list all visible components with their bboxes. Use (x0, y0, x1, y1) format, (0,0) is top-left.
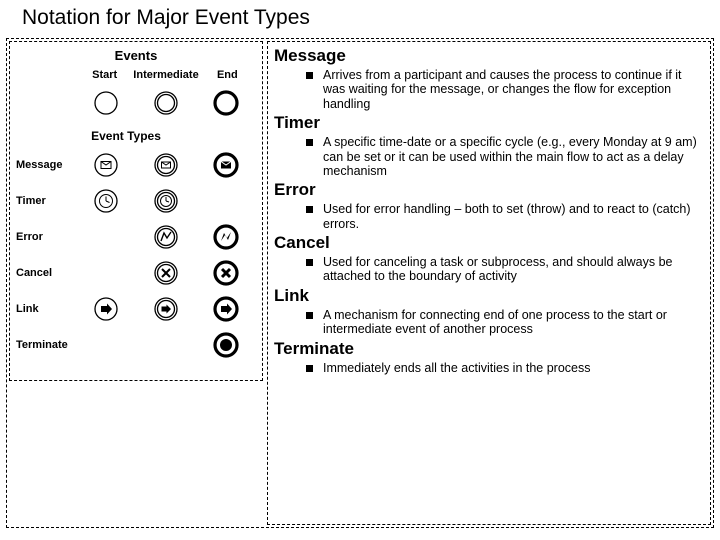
section-heading-timer: Timer (274, 113, 704, 133)
page-title: Notation for Major Event Types (0, 0, 720, 38)
intermediate-event-icon (136, 89, 196, 117)
row-label: Timer (16, 195, 76, 207)
end-event-icon (196, 89, 256, 117)
row-label: Message (16, 159, 76, 171)
link-end-icon (196, 295, 256, 323)
bullet-link: A mechanism for connecting end of one pr… (274, 308, 704, 337)
desc-message: Arrives from a participant and causes th… (323, 68, 704, 111)
timer-intermediate-icon (136, 187, 196, 215)
bullet-icon (306, 206, 313, 213)
error-intermediate-icon (136, 223, 196, 251)
bullet-message: Arrives from a participant and causes th… (274, 68, 704, 111)
desc-terminate: Immediately ends all the activities in t… (323, 361, 591, 375)
section-heading-cancel: Cancel (274, 233, 704, 253)
row-label: Cancel (16, 267, 76, 279)
bullet-icon (306, 259, 313, 266)
desc-link: A mechanism for connecting end of one pr… (323, 308, 704, 337)
row-error: Error (16, 219, 256, 255)
desc-error: Used for error handling – both to set (t… (323, 202, 704, 231)
row-timer: Timer (16, 183, 256, 219)
start-event-icon (76, 89, 136, 117)
bullet-icon (306, 365, 313, 372)
desc-timer: A specific time-date or a specific cycle… (323, 135, 704, 178)
table-subheading: Event Types (16, 129, 256, 143)
descriptions-panel: Message Arrives from a participant and c… (267, 41, 711, 525)
notation-table: Events Start Intermediate End Event Type… (9, 41, 263, 381)
col-start: Start (76, 69, 133, 81)
table-columns: Start Intermediate End (16, 69, 256, 81)
desc-cancel: Used for canceling a task or subprocess,… (323, 255, 704, 284)
bullet-icon (306, 139, 313, 146)
row-label: Error (16, 231, 76, 243)
row-terminate: Terminate (16, 327, 256, 363)
link-intermediate-icon (136, 295, 196, 323)
bullet-error: Used for error handling – both to set (t… (274, 202, 704, 231)
base-event-row (16, 85, 256, 121)
row-cancel: Cancel (16, 255, 256, 291)
terminate-end-icon (196, 331, 256, 359)
message-intermediate-icon (136, 151, 196, 179)
row-label: Link (16, 303, 76, 315)
bullet-icon (306, 312, 313, 319)
cancel-intermediate-icon (136, 259, 196, 287)
bullet-icon (306, 72, 313, 79)
bullet-cancel: Used for canceling a task or subprocess,… (274, 255, 704, 284)
section-heading-message: Message (274, 46, 704, 66)
table-heading: Events (16, 48, 256, 63)
section-heading-terminate: Terminate (274, 339, 704, 359)
link-start-icon (76, 295, 136, 323)
bullet-terminate: Immediately ends all the activities in t… (274, 361, 704, 375)
bullet-timer: A specific time-date or a specific cycle… (274, 135, 704, 178)
col-end: End (199, 69, 256, 81)
col-intermediate: Intermediate (133, 69, 198, 81)
cancel-end-icon (196, 259, 256, 287)
message-end-icon (196, 151, 256, 179)
row-message: Message (16, 147, 256, 183)
timer-start-icon (76, 187, 136, 215)
row-link: Link (16, 291, 256, 327)
error-end-icon (196, 223, 256, 251)
section-heading-link: Link (274, 286, 704, 306)
row-label: Terminate (16, 339, 76, 351)
content-frame: Events Start Intermediate End Event Type… (6, 38, 714, 528)
message-start-icon (76, 151, 136, 179)
section-heading-error: Error (274, 180, 704, 200)
